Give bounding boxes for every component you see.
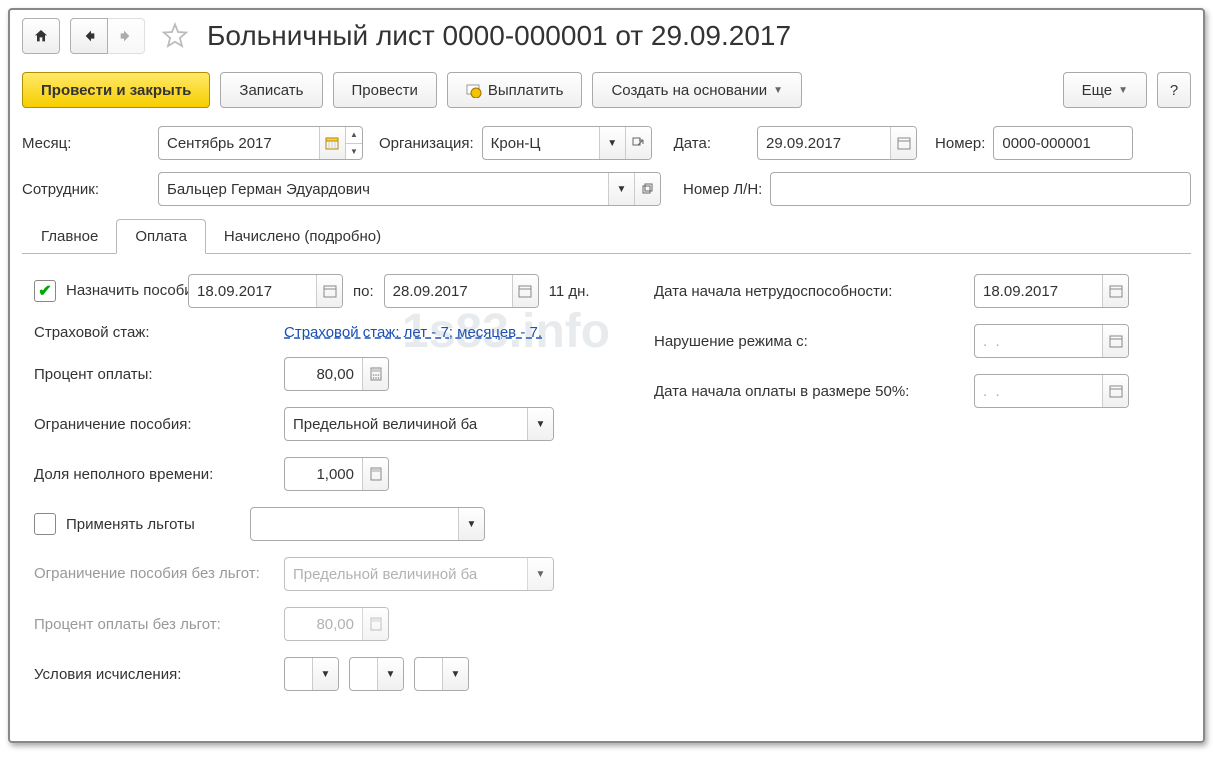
org-label: Организация: [379,135,474,152]
dropdown-icon[interactable]: ▼ [442,658,468,690]
percent-no-ben-label: Процент оплаты без льгот: [34,616,274,633]
org-input[interactable]: ▼ [482,126,652,160]
benefit-limit-input[interactable]: ▼ [284,407,554,441]
calculator-icon[interactable] [362,358,388,390]
create-based-button[interactable]: Создать на основании ▼ [592,72,802,108]
employee-input[interactable]: ▼ [158,172,661,206]
home-icon [33,28,49,44]
calendar-icon[interactable] [1102,275,1128,307]
insurance-link[interactable]: Страховой стаж: лет - 7; месяцев - 7. [284,324,542,341]
tab-main[interactable]: Главное [22,219,117,254]
favorite-star-icon[interactable] [161,22,189,50]
to-label: по: [353,283,374,300]
assign-benefit-label: Назначить пособие с: [66,281,178,301]
open-icon[interactable] [625,127,651,159]
ln-input[interactable] [770,172,1191,206]
calc-cond-label: Условия исчисления: [34,666,274,683]
cond3-input[interactable]: ▼ [414,657,469,691]
date-label: Дата: [674,135,711,152]
pay-button[interactable]: Выплатить [447,72,583,108]
dropdown-caret-icon: ▼ [1118,85,1128,96]
disability-start-label: Дата начала нетрудоспособности: [654,283,964,300]
assign-benefit-checkbox[interactable]: ✔ [34,280,56,302]
benefits-input[interactable]: ▼ [250,507,485,541]
calendar-icon[interactable] [512,275,538,307]
calendar-icon[interactable] [890,127,916,159]
calendar-icon[interactable] [319,127,345,159]
ln-label: Номер Л/Н: [683,181,762,198]
apply-benefits-label: Применять льготы [66,516,240,533]
percent-no-ben-input [284,607,389,641]
calculator-icon [362,608,388,640]
spin-down-icon: ▼ [346,144,362,160]
more-button[interactable]: Еще ▼ [1063,72,1147,108]
dropdown-icon[interactable]: ▼ [312,658,338,690]
post-button[interactable]: Провести [333,72,437,108]
benefit-limit-label: Ограничение пособия: [34,416,274,433]
dropdown-icon: ▼ [527,558,553,590]
dropdown-icon[interactable]: ▼ [458,508,484,540]
days-count: 11 дн. [549,283,590,300]
violation-label: Нарушение режима с: [654,333,964,350]
employee-label: Сотрудник: [22,181,150,198]
dropdown-icon[interactable]: ▼ [527,408,553,440]
forward-button [108,18,145,54]
dropdown-caret-icon: ▼ [773,85,783,96]
tab-payment[interactable]: Оплата [116,219,206,254]
insurance-label: Страховой стаж: [34,324,274,341]
from-date-input[interactable] [188,274,343,308]
month-label: Месяц: [22,135,150,152]
post-and-close-button[interactable]: Провести и закрыть [22,72,210,108]
page-title: Больничный лист 0000-000001 от 29.09.201… [207,20,791,52]
dropdown-icon[interactable]: ▼ [599,127,625,159]
to-date-input[interactable] [384,274,539,308]
limit-no-ben-label: Ограничение пособия без льгот: [34,564,274,584]
save-button[interactable]: Записать [220,72,322,108]
calendar-icon[interactable] [1102,325,1128,357]
tab-accrued[interactable]: Начислено (подробно) [205,219,400,254]
home-button[interactable] [22,18,60,54]
check-icon: ✔ [38,281,51,301]
help-button[interactable]: ? [1157,72,1191,108]
calendar-icon[interactable] [1102,375,1128,407]
cond2-input[interactable]: ▼ [349,657,404,691]
dropdown-icon[interactable]: ▼ [608,173,634,205]
date-input[interactable] [757,126,917,160]
calendar-icon[interactable] [316,275,342,307]
back-button[interactable] [70,18,108,54]
month-spinner[interactable]: ▲▼ [345,127,362,159]
open-icon[interactable] [634,173,660,205]
spin-up-icon: ▲ [346,127,362,144]
pay50-label: Дата начала оплаты в размере 50%: [654,383,964,400]
parttime-input[interactable] [284,457,389,491]
percent-label: Процент оплаты: [34,366,274,383]
percent-input[interactable] [284,357,389,391]
calculator-icon[interactable] [362,458,388,490]
apply-benefits-checkbox[interactable] [34,513,56,535]
violation-input[interactable] [974,324,1129,358]
arrow-left-icon [81,28,97,44]
number-input[interactable] [993,126,1133,160]
money-icon [466,82,482,98]
tab-bar: Главное Оплата Начислено (подробно) [22,218,1191,254]
cond1-input[interactable]: ▼ [284,657,339,691]
arrow-right-icon [118,28,134,44]
limit-no-ben-input: ▼ [284,557,554,591]
pay50-input[interactable] [974,374,1129,408]
dropdown-icon[interactable]: ▼ [377,658,403,690]
month-input[interactable]: ▲▼ [158,126,363,160]
parttime-label: Доля неполного времени: [34,466,274,483]
number-label: Номер: [935,135,985,152]
disability-start-input[interactable] [974,274,1129,308]
